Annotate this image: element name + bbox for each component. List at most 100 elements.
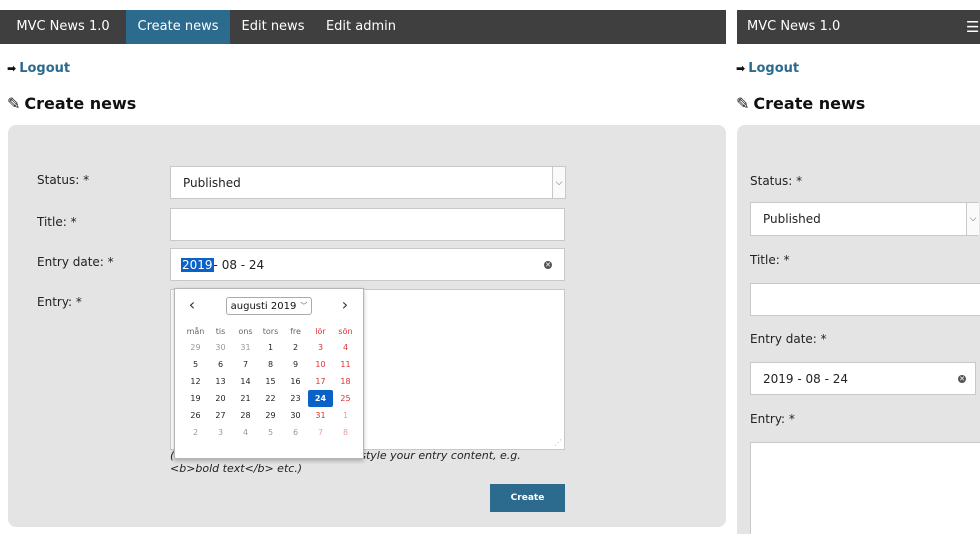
calendar-day[interactable]: 15 (258, 373, 283, 390)
calendar-day[interactable]: 3 (208, 424, 233, 441)
entry-textarea[interactable] (750, 442, 980, 534)
calendar-day[interactable]: 28 (233, 407, 258, 424)
mobile-view: MVC News 1.0 ☰ ➡ Logout ✎ Create news Stat… (733, 0, 980, 534)
logout-link[interactable]: ➡ Logout (7, 61, 70, 76)
nav-item-edit-news[interactable]: Edit news (230, 10, 316, 44)
calendar-day[interactable]: 1 (258, 339, 283, 356)
status-select[interactable]: Published ⌵ (750, 202, 979, 236)
calendar-day[interactable]: 4 (233, 424, 258, 441)
calendar-day[interactable]: 26 (183, 407, 208, 424)
calendar-day[interactable]: 30 (283, 407, 308, 424)
title-input[interactable] (750, 283, 980, 316)
chevron-down-icon: ⌵ (552, 167, 565, 198)
calendar-day[interactable]: 3 (308, 339, 333, 356)
calendar-week-row: 5 6 7 8 9 10 11 (183, 356, 358, 373)
calendar-day[interactable]: 31 (308, 407, 333, 424)
title-label: Title: * (37, 215, 77, 229)
entry-date-input[interactable]: 2019 - 08 - 24 ✕ (170, 248, 565, 281)
entry-date-input[interactable]: 2019 - 08 - 24 ✕ (750, 362, 976, 395)
weekday-label: ons (238, 327, 253, 336)
logout-label: Logout (748, 61, 800, 76)
date-picker-popup: ‹ augusti 2019 ﹀ › mån tis ons tors fre lör sön… (174, 288, 364, 459)
calendar-day[interactable]: 20 (208, 390, 233, 407)
calendar-day[interactable]: 29 (183, 339, 208, 356)
status-label: Status: * (37, 173, 90, 187)
weekday-label: fre (290, 327, 301, 336)
calendar-day[interactable]: 6 (208, 356, 233, 373)
entry-date-value: 2019 - 08 - 24 (181, 249, 264, 280)
logout-link[interactable]: ➡ Logout (736, 61, 799, 76)
calendar-grid: mån tis ons tors fre lör sön 29 30 31 1 2 3 4 5 6 7 8 9 10… (183, 324, 358, 441)
entry-date-value: 2019 - 08 - 24 (763, 371, 848, 386)
clear-icon[interactable]: ✕ (958, 374, 966, 383)
create-button[interactable]: Create (490, 484, 565, 512)
entry-date-rest: - 08 - 24 (213, 257, 265, 272)
weekday-label: mån (186, 327, 205, 336)
calendar-week-row: 12 13 14 15 16 17 18 (183, 373, 358, 390)
title-label: Title: * (750, 253, 790, 267)
entry-label: Entry: * (37, 295, 82, 309)
calendar-day-selected[interactable]: 24 (308, 390, 333, 407)
nav-item-create-news[interactable]: Create news (126, 10, 230, 44)
entry-hint-line2: <b>bold text</b> etc.) (170, 462, 303, 475)
clear-icon[interactable]: ✕ (544, 260, 552, 269)
calendar-day[interactable]: 23 (283, 390, 308, 407)
weekday-header: mån tis ons tors fre lör sön (183, 324, 358, 339)
chevron-left-icon[interactable]: ‹ (182, 295, 202, 315)
calendar-day[interactable]: 17 (308, 373, 333, 390)
nav-item-edit-admin[interactable]: Edit admin (316, 10, 406, 44)
calendar-day[interactable]: 21 (233, 390, 258, 407)
chevron-down-icon: ﹀ (300, 302, 308, 310)
calendar-day[interactable]: 10 (308, 356, 333, 373)
calendar-day[interactable]: 18 (333, 373, 358, 390)
calendar-day[interactable]: 2 (283, 339, 308, 356)
calendar-day[interactable]: 31 (233, 339, 258, 356)
calendar-day[interactable]: 8 (258, 356, 283, 373)
resize-handle-icon[interactable]: ⋰ (554, 438, 562, 447)
entry-date-label: Entry date: * (37, 255, 114, 269)
calendar-day[interactable]: 1 (333, 407, 358, 424)
chevron-down-icon: ⌵ (966, 203, 979, 235)
page-title-text: Create news (24, 94, 137, 113)
calendar-day[interactable]: 12 (183, 373, 208, 390)
calendar-day[interactable]: 7 (308, 424, 333, 441)
entry-date-year-selected: 2019 (181, 257, 214, 272)
calendar-day[interactable]: 7 (233, 356, 258, 373)
logout-label: Logout (19, 61, 71, 76)
month-year-label: augusti 2019 (230, 300, 297, 312)
chevron-right-icon[interactable]: › (335, 295, 355, 315)
hamburger-menu-icon[interactable]: ☰ (966, 10, 980, 44)
calendar-day[interactable]: 5 (183, 356, 208, 373)
nav-brand-link[interactable]: MVC News 1.0 (747, 10, 840, 44)
calendar-day[interactable]: 8 (333, 424, 358, 441)
weekday-label: tors (262, 327, 279, 336)
calendar-day[interactable]: 16 (283, 373, 308, 390)
calendar-day[interactable]: 5 (258, 424, 283, 441)
calendar-day[interactable]: 9 (283, 356, 308, 373)
calendar-day[interactable]: 13 (208, 373, 233, 390)
calendar-day[interactable]: 6 (283, 424, 308, 441)
calendar-day[interactable]: 19 (183, 390, 208, 407)
calendar-day[interactable]: 11 (333, 356, 358, 373)
calendar-day[interactable]: 30 (208, 339, 233, 356)
calendar-day[interactable]: 2 (183, 424, 208, 441)
page-title: ✎ Create news (7, 94, 136, 113)
page-title-text: Create news (753, 94, 866, 113)
month-year-select[interactable]: augusti 2019 ﹀ (226, 297, 312, 315)
desktop-view: MVC News 1.0 Create news Edit news Edit … (0, 0, 733, 534)
calendar-day[interactable]: 29 (258, 407, 283, 424)
calendar-day[interactable]: 27 (208, 407, 233, 424)
nav-brand-link[interactable]: MVC News 1.0 (0, 10, 126, 44)
calendar-day[interactable]: 25 (333, 390, 358, 407)
calendar-day[interactable]: 4 (333, 339, 358, 356)
status-select[interactable]: Published ⌵ (170, 166, 566, 199)
weekday-label: tis (215, 327, 226, 336)
status-select-value: Published (183, 175, 241, 190)
calendar-week-row: 29 30 31 1 2 3 4 (183, 339, 358, 356)
calendar-day[interactable]: 14 (233, 373, 258, 390)
calendar-week-row: 26 27 28 29 30 31 1 (183, 407, 358, 424)
edit-icon: ✎ (736, 94, 750, 113)
title-input[interactable] (170, 208, 565, 241)
calendar-week-row: 19 20 21 22 23 24 25 (183, 390, 358, 407)
calendar-day[interactable]: 22 (258, 390, 283, 407)
